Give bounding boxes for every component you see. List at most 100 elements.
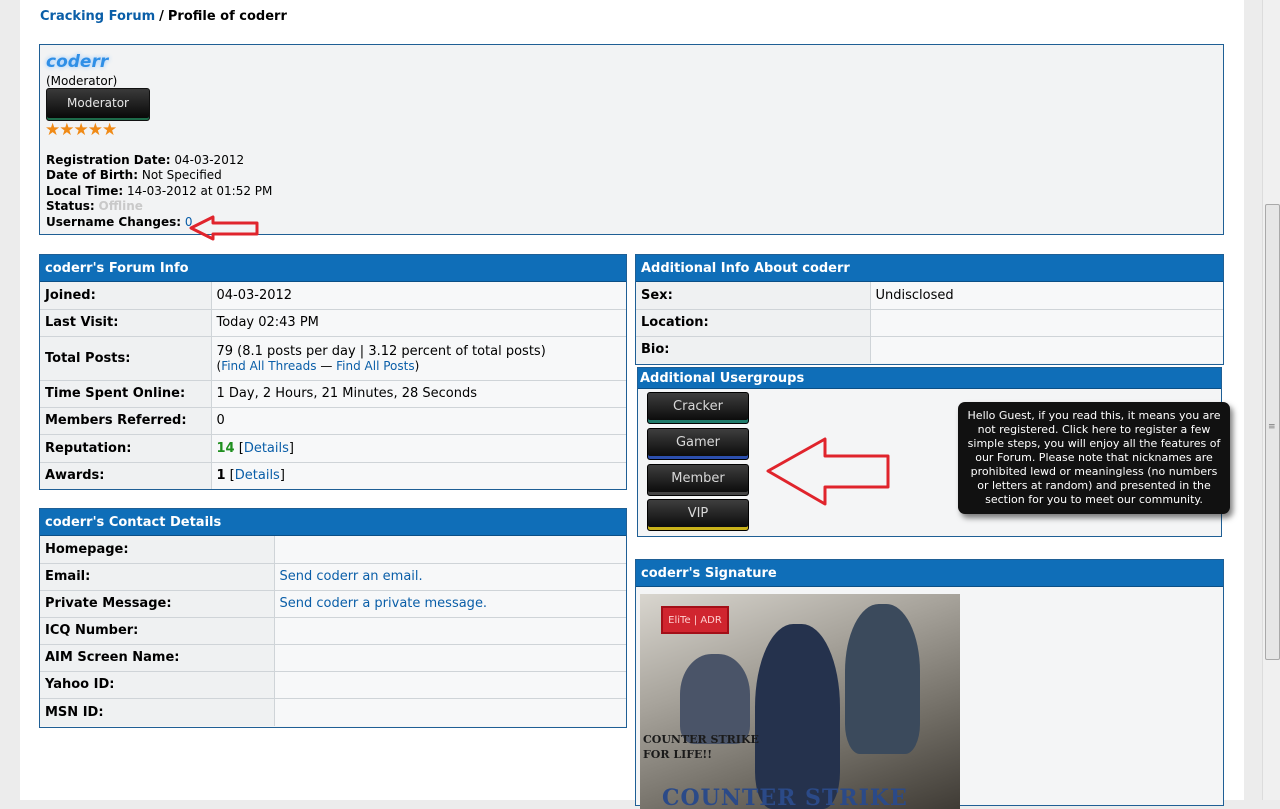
- sex-value: Undisclosed: [870, 282, 1223, 309]
- signature-caption-line: FOR LIFE!!: [643, 748, 713, 761]
- icq-label: ICQ Number:: [40, 616, 275, 644]
- status-label: Status:: [46, 199, 95, 214]
- homepage-value: [274, 536, 626, 563]
- additional-info-header: Additional Info About coderr: [636, 255, 1223, 282]
- awards-label: Awards:: [40, 461, 212, 489]
- find-links: (Find All Threads — Find All Posts): [216, 358, 420, 373]
- forum-info-header: coderr's Forum Info: [40, 255, 626, 282]
- members-referred-value: 0: [211, 406, 626, 434]
- forum-info-table: Joined: 04-03-2012 Last Visit: Today 02:…: [40, 282, 626, 489]
- registration-value: 04-03-2012: [174, 153, 245, 167]
- table-row: Total Posts: 79 (8.1 posts per day | 3.1…: [40, 335, 626, 380]
- joined-value: 04-03-2012: [211, 282, 626, 309]
- contact-details-header: coderr's Contact Details: [40, 509, 626, 536]
- soldier-figure: [680, 654, 750, 744]
- rank-badge: Moderator: [46, 88, 150, 121]
- msn-value: [274, 697, 626, 726]
- bio-label: Bio:: [636, 335, 871, 363]
- local-time-label: Local Time:: [46, 183, 124, 198]
- page-scrollbar[interactable]: [1262, 0, 1280, 800]
- contact-details-panel: coderr's Contact Details Homepage: Email…: [39, 508, 627, 728]
- table-row: Homepage:: [40, 536, 626, 563]
- reputation-cell: 14 [Details]: [211, 433, 626, 462]
- signature-caption: COUNTER STRIKE FOR LIFE!!: [643, 732, 759, 762]
- reputation-label: Reputation:: [40, 433, 212, 462]
- breadcrumb-separator: /: [159, 9, 164, 24]
- bio-value: [870, 335, 1223, 363]
- reputation-value: 14: [216, 440, 235, 456]
- rank-stars-icon: ★★★★★: [45, 120, 117, 140]
- signature-panel: coderr's Signature EliTe | ADR COUNTER S…: [635, 559, 1224, 809]
- annotation-arrow-icon: [189, 215, 259, 241]
- aim-value: [274, 643, 626, 671]
- scrollbar-thumb[interactable]: [1265, 204, 1280, 660]
- signature-caption-line: COUNTER STRIKE: [643, 733, 759, 746]
- total-posts-cell: 79 (8.1 posts per day | 3.12 percent of …: [211, 335, 626, 380]
- table-row: Members Referred: 0: [40, 406, 626, 434]
- username-changes-label: Username Changes:: [46, 214, 182, 229]
- msn-label: MSN ID:: [40, 697, 275, 726]
- scrollbar-grip-icon: ≡: [1268, 422, 1276, 432]
- location-label: Location:: [636, 308, 871, 336]
- table-row: Sex: Undisclosed: [636, 282, 1223, 309]
- profile-username: coderr: [46, 52, 109, 72]
- usergroups-header: Additional Usergroups: [638, 368, 1221, 389]
- signature-header: coderr's Signature: [636, 560, 1223, 587]
- annotation-arrow-icon: [766, 437, 890, 506]
- soldier-figure: [845, 604, 920, 754]
- signature-logo: COUNTER STRIKE: [662, 785, 908, 809]
- last-visit-value: Today 02:43 PM: [211, 308, 626, 336]
- table-row: Reputation: 14 [Details]: [40, 433, 626, 462]
- yahoo-label: Yahoo ID:: [40, 670, 275, 698]
- joined-label: Joined:: [40, 282, 212, 309]
- table-row: Time Spent Online: 1 Day, 2 Hours, 21 Mi…: [40, 379, 626, 407]
- table-row: Location:: [636, 308, 1223, 336]
- dob-value: Not Specified: [141, 168, 222, 183]
- status-value: Offline: [98, 199, 143, 214]
- additional-info-table: Sex: Undisclosed Location: Bio:: [636, 282, 1223, 363]
- guest-tooltip[interactable]: Hello Guest, if you read this, it means …: [958, 402, 1230, 514]
- breadcrumb-forum-link[interactable]: Cracking Forum: [40, 9, 155, 24]
- table-row: Awards: 1 [Details]: [40, 461, 626, 489]
- awards-details-link[interactable]: Details: [235, 468, 280, 483]
- usergroup-member-badge: Member: [647, 464, 749, 496]
- table-row: Joined: 04-03-2012: [40, 282, 626, 309]
- send-email-link[interactable]: Send coderr an email.: [280, 569, 423, 584]
- breadcrumb: Cracking Forum / Profile of coderr: [40, 9, 287, 24]
- members-referred-label: Members Referred:: [40, 406, 212, 434]
- total-posts-value: 79 (8.1 posts per day | 3.12 percent of …: [216, 343, 546, 359]
- table-row: AIM Screen Name:: [40, 643, 626, 671]
- signature-tag: EliTe | ADR: [661, 606, 729, 634]
- table-row: MSN ID:: [40, 697, 626, 726]
- find-all-threads-link[interactable]: Find All Threads: [221, 359, 316, 373]
- total-posts-label: Total Posts:: [40, 335, 212, 380]
- location-value: [870, 308, 1223, 336]
- contact-details-table: Homepage: Email: Send coderr an email. P…: [40, 536, 626, 726]
- table-row: Last Visit: Today 02:43 PM: [40, 308, 626, 336]
- forum-info-panel: coderr's Forum Info Joined: 04-03-2012 L…: [39, 254, 627, 490]
- table-row: Bio:: [636, 335, 1223, 363]
- awards-value: 1: [216, 468, 226, 484]
- aim-label: AIM Screen Name:: [40, 643, 275, 671]
- yahoo-value: [274, 670, 626, 698]
- profile-usertitle: (Moderator): [46, 74, 118, 88]
- dob-label: Date of Birth:: [46, 168, 139, 183]
- last-visit-label: Last Visit:: [40, 308, 212, 336]
- find-separator: —: [320, 358, 333, 373]
- time-online-value: 1 Day, 2 Hours, 21 Minutes, 28 Seconds: [211, 379, 626, 407]
- table-row: ICQ Number:: [40, 616, 626, 644]
- time-online-label: Time Spent Online:: [40, 379, 212, 407]
- profile-summary: coderr (Moderator) Moderator ★★★★★ Regis…: [39, 44, 1224, 235]
- email-label: Email:: [40, 562, 275, 590]
- usergroup-vip-badge: VIP: [647, 499, 749, 531]
- reputation-details-link[interactable]: Details: [244, 441, 289, 456]
- additional-info-panel: Additional Info About coderr Sex: Undisc…: [635, 254, 1224, 365]
- signature-image: EliTe | ADR COUNTER STRIKE FOR LIFE!! CO…: [640, 594, 960, 809]
- homepage-label: Homepage:: [40, 536, 275, 563]
- find-all-posts-link[interactable]: Find All Posts: [336, 359, 414, 373]
- awards-cell: 1 [Details]: [211, 461, 626, 489]
- table-row: Private Message: Send coderr a private m…: [40, 589, 626, 617]
- table-row: Yahoo ID:: [40, 670, 626, 698]
- local-time-value: 14-03-2012 at 01:52 PM: [126, 183, 273, 198]
- send-private-message-link[interactable]: Send coderr a private message.: [280, 596, 488, 611]
